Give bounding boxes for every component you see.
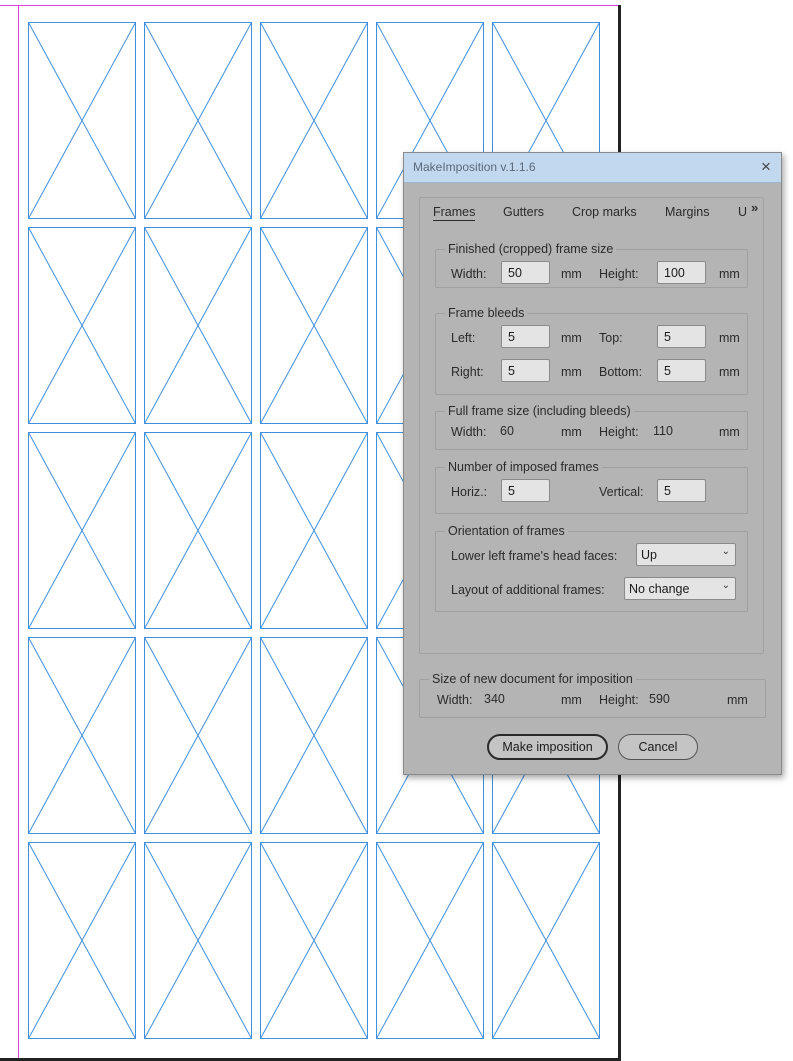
- bleed-bottom-label: Bottom:: [599, 365, 643, 379]
- finished-width-label: Width:: [451, 267, 487, 281]
- bleed-bottom-unit: mm: [719, 365, 740, 379]
- new-doc-height-value: 590: [649, 692, 670, 706]
- horiz-input[interactable]: [501, 479, 550, 502]
- tab-u[interactable]: U: [738, 205, 747, 219]
- full-width-unit: mm: [561, 425, 582, 439]
- full-size-legend: Full frame size (including bleeds): [448, 404, 631, 418]
- bleed-left-label: Left:: [451, 331, 476, 345]
- chevron-down-icon: ⌄: [721, 546, 730, 557]
- finished-height-input[interactable]: [657, 261, 706, 284]
- bleed-left-input[interactable]: [501, 325, 550, 348]
- tab-gutters[interactable]: Gutters: [503, 205, 544, 219]
- tab-overflow-icon[interactable]: »: [751, 200, 758, 215]
- bleed-bottom-input[interactable]: [657, 359, 706, 382]
- dialog-titlebar[interactable]: MakeImposition v.1.1.6 ×: [404, 153, 781, 183]
- full-height-value: 110: [653, 424, 673, 438]
- bleed-top-unit: mm: [719, 331, 740, 345]
- new-doc-height-unit: mm: [727, 693, 748, 707]
- horiz-label: Horiz.:: [451, 485, 488, 499]
- full-height-unit: mm: [719, 425, 740, 439]
- new-doc-width-value: 340: [484, 692, 505, 706]
- orientation-legend: Orientation of frames: [448, 524, 565, 538]
- head-faces-value: Up: [641, 548, 657, 562]
- layout-select[interactable]: No change ⌄: [624, 577, 736, 600]
- tab-margins[interactable]: Margins: [665, 205, 709, 219]
- full-width-value: 60: [500, 424, 514, 438]
- layout-label: Layout of additional frames:: [451, 583, 605, 597]
- bleed-right-unit: mm: [561, 365, 582, 379]
- vertical-label: Vertical:: [599, 485, 644, 499]
- make-imposition-button[interactable]: Make imposition: [487, 734, 608, 760]
- full-width-label: Width:: [451, 425, 487, 439]
- vertical-input[interactable]: [657, 479, 706, 502]
- layout-value: No change: [629, 582, 690, 596]
- finished-width-unit: mm: [561, 267, 582, 281]
- new-doc-size-legend: Size of new document for imposition: [432, 672, 633, 686]
- imposed-frames-legend: Number of imposed frames: [448, 460, 599, 474]
- new-doc-width-label: Width:: [437, 693, 473, 707]
- make-imposition-dialog: MakeImposition v.1.1.6 × Frames Gutters …: [403, 152, 782, 775]
- chevron-down-icon: ⌄: [721, 580, 730, 591]
- bleed-left-unit: mm: [561, 331, 582, 345]
- bleed-top-label: Top:: [599, 331, 623, 345]
- bleeds-legend: Frame bleeds: [448, 306, 525, 320]
- cancel-button[interactable]: Cancel: [618, 734, 698, 760]
- finished-height-unit: mm: [719, 267, 740, 281]
- full-height-label: Height:: [599, 425, 639, 439]
- bleed-top-input[interactable]: [657, 325, 706, 348]
- new-doc-height-label: Height:: [599, 693, 639, 707]
- head-faces-select[interactable]: Up ⌄: [636, 543, 736, 566]
- finished-height-label: Height:: [599, 267, 639, 281]
- tab-frames[interactable]: Frames: [433, 205, 476, 221]
- new-doc-width-unit: mm: [561, 693, 582, 707]
- finished-size-legend: Finished (cropped) frame size: [448, 242, 614, 256]
- bleed-right-input[interactable]: [501, 359, 550, 382]
- dialog-title: MakeImposition v.1.1.6: [413, 160, 536, 174]
- close-icon[interactable]: ×: [757, 158, 775, 176]
- head-faces-label: Lower left frame's head faces:: [451, 549, 618, 563]
- bleed-right-label: Right:: [451, 365, 484, 379]
- finished-width-input[interactable]: [501, 261, 550, 284]
- tab-crop-marks[interactable]: Crop marks: [572, 205, 637, 219]
